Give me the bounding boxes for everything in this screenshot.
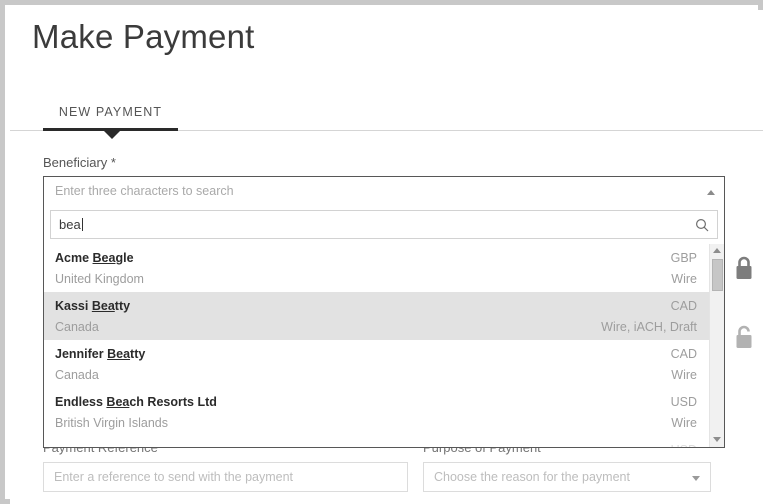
lock-open-icon[interactable] [731, 323, 757, 353]
purpose-of-payment-select[interactable]: Choose the reason for the payment [423, 462, 711, 492]
beneficiary-result-row[interactable]: Jennifer Beatty Canada CAD Wire [44, 340, 709, 388]
scroll-up-arrow-icon[interactable] [713, 248, 721, 253]
beneficiary-result-row[interactable]: Acme Beagle United Kingdom GBP Wire [44, 244, 709, 292]
payment-reference-input[interactable]: Enter a reference to send with the payme… [43, 462, 408, 492]
beneficiary-combobox[interactable]: Enter three characters to search bea Acm… [43, 176, 725, 448]
chevron-up-icon[interactable] [707, 190, 715, 195]
purpose-of-payment-placeholder: Choose the reason for the payment [434, 470, 630, 484]
search-icon[interactable] [695, 218, 709, 232]
beneficiary-search-input[interactable]: bea [59, 217, 83, 232]
text-cursor [81, 218, 83, 231]
beneficiary-payment-methods: Wire [671, 272, 697, 286]
results-scrollbar[interactable] [709, 244, 724, 447]
beneficiary-currency: GBP [670, 251, 697, 265]
beneficiary-placeholder: Enter three characters to search [55, 184, 234, 198]
beneficiary-country: Canada [55, 320, 99, 334]
tab-new-payment[interactable]: NEW PAYMENT [43, 105, 178, 119]
tab-active-caret-icon [104, 131, 120, 139]
beneficiary-country: British Virgin Islands [55, 416, 169, 430]
lock-closed-icon[interactable] [731, 254, 757, 284]
beneficiary-country: Canada [55, 368, 99, 382]
beneficiary-name: Acme Beagle [55, 251, 134, 265]
beneficiary-combobox-header[interactable]: Enter three characters to search [44, 177, 724, 207]
page-title: Make Payment [32, 18, 255, 55]
app-window: Make Payment NEW PAYMENT Beneficiary * P… [0, 0, 763, 504]
beneficiary-currency: CAD [670, 299, 697, 313]
beneficiary-name: Endless Beach Resorts Ltd [55, 395, 217, 409]
scroll-down-arrow-icon[interactable] [713, 437, 721, 442]
beneficiary-country: United Kingdom [55, 272, 144, 286]
beneficiary-payment-methods: Wire, iACH, Draft [601, 320, 697, 334]
beneficiary-search-field[interactable]: bea [50, 210, 718, 239]
beneficiary-search-text: bea [59, 217, 81, 232]
beneficiary-result-row[interactable]: Endless Beach Resorts Ltd British Virgin … [44, 388, 709, 436]
beneficiary-name: Kassi Beatty [55, 299, 131, 313]
page-canvas: Make Payment NEW PAYMENT Beneficiary * P… [10, 10, 763, 504]
beneficiary-results-list[interactable]: Acme Beagle United Kingdom GBP Wire Kassi Be… [44, 244, 709, 447]
beneficiary-result-row[interactable]: Kassi Beatty Canada CAD Wire, iACH, Draft [44, 292, 709, 340]
scrollbar-thumb[interactable] [712, 259, 723, 291]
beneficiary-currency: USD [670, 395, 697, 409]
chevron-down-icon [692, 476, 700, 481]
beneficiary-payment-methods: Wire [671, 368, 697, 382]
beneficiary-currency: USD [671, 443, 697, 447]
beneficiary-name: Jennifer Beatty [55, 347, 146, 361]
beneficiary-result-row[interactable]: USD [44, 436, 709, 447]
beneficiary-label: Beneficiary * [43, 155, 116, 170]
beneficiary-currency: CAD [670, 347, 697, 361]
beneficiary-payment-methods: Wire [671, 416, 697, 430]
